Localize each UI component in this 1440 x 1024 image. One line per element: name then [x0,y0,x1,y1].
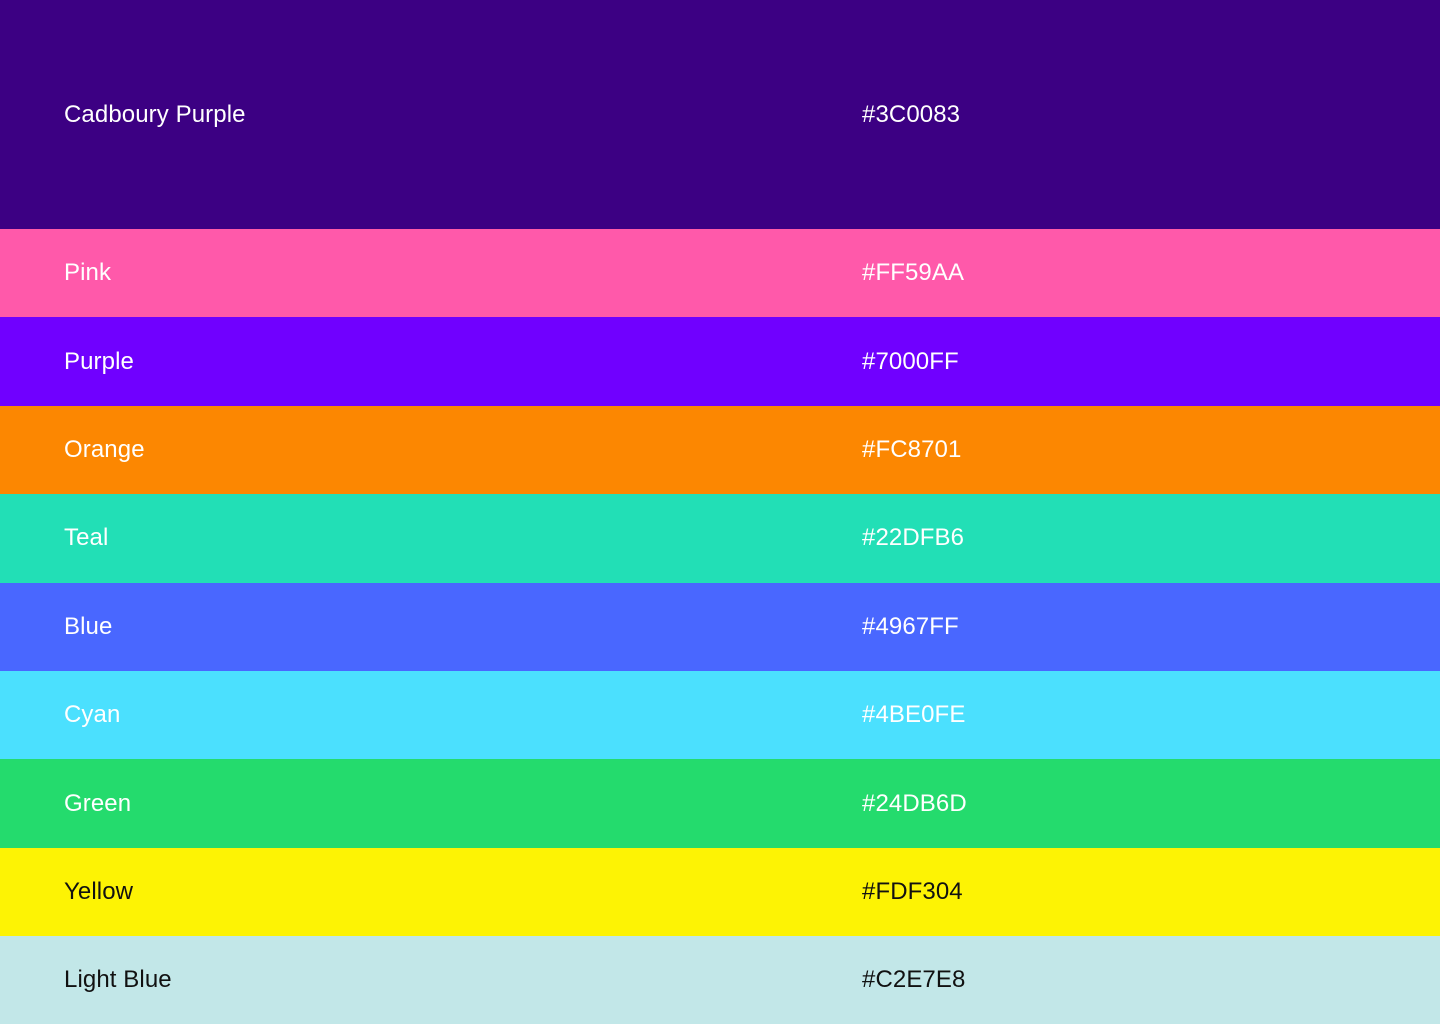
swatch-green: Green #24DB6D [0,759,1440,848]
swatch-hex-code: #7000FF [862,347,959,375]
swatch-name: Light Blue [64,966,172,994]
swatch-hex-code: #24DB6D [862,789,967,817]
swatch-hex-code: #4BE0FE [862,701,966,729]
swatch-name: Orange [64,435,145,463]
swatch-hex-code: #FDF304 [862,877,963,905]
swatch-cadboury-purple: Cadboury Purple #3C0083 [0,0,1440,229]
swatch-teal: Teal #22DFB6 [0,494,1440,583]
swatch-name: Yellow [64,877,134,905]
swatch-hex-code: #4967FF [862,612,959,640]
color-palette: Cadboury Purple #3C0083 Pink #FF59AA Pur… [0,0,1440,1024]
swatch-hex-code: #FC8701 [862,435,962,463]
swatch-name: Green [64,789,132,817]
swatch-cyan: Cyan #4BE0FE [0,670,1440,760]
swatch-name: Cyan [64,701,121,729]
swatch-hex-code: #3C0083 [862,101,961,128]
swatch-purple: Purple #7000FF [0,317,1440,406]
swatch-light-blue: Light Blue #C2E7E8 [0,936,1440,1024]
swatch-name: Purple [64,347,134,375]
swatch-hex-code: #C2E7E8 [862,966,966,994]
swatch-name: Pink [64,259,112,287]
swatch-hex-code: #FF59AA [862,259,965,287]
swatch-pink: Pink #FF59AA [0,229,1440,318]
swatch-name: Blue [64,612,113,640]
swatch-hex-code: #22DFB6 [862,524,965,552]
swatch-blue: Blue #4967FF [0,582,1440,671]
swatch-name: Cadboury Purple [64,101,246,128]
swatch-name: Teal [64,524,109,552]
swatch-orange: Orange #FC8701 [0,405,1440,495]
swatch-yellow: Yellow #FDF304 [0,847,1440,937]
